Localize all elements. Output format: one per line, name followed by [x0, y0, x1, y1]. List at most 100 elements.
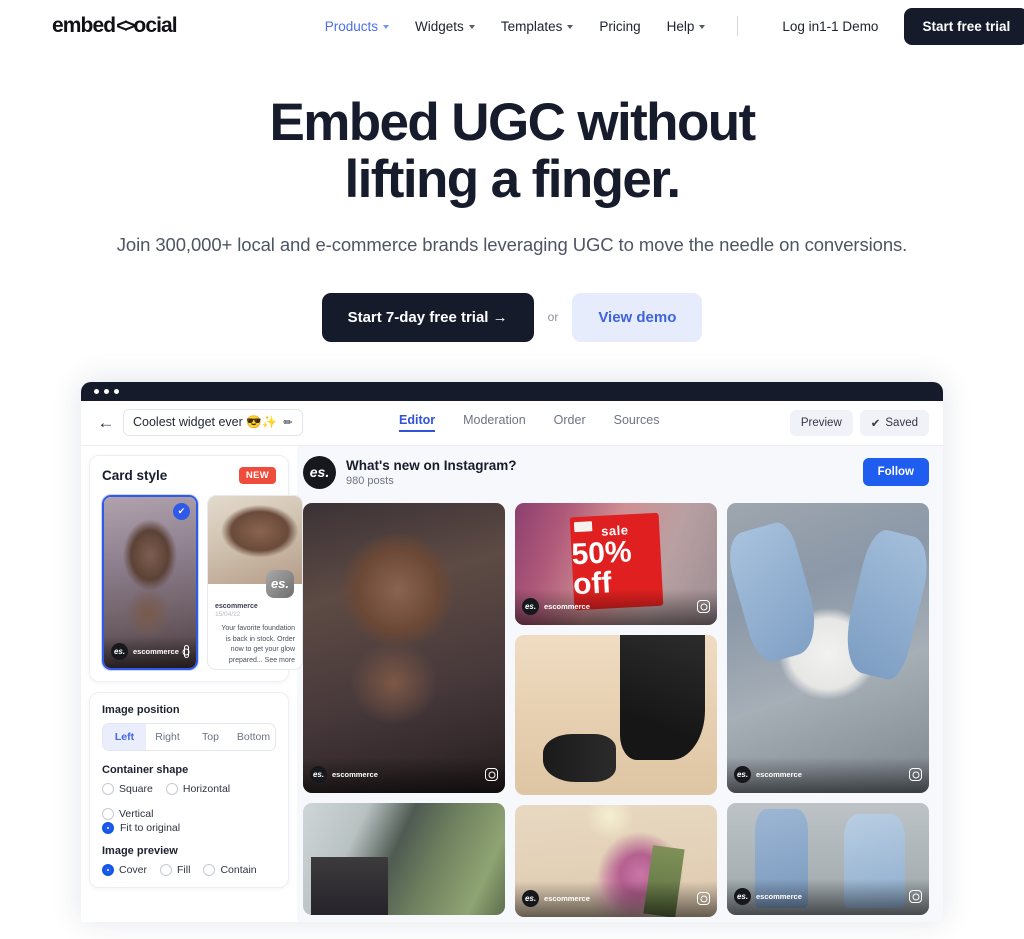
tile-photo	[727, 502, 929, 793]
pencil-icon[interactable]: ✏	[283, 416, 292, 429]
tab-sources[interactable]: Sources	[614, 413, 660, 432]
image-position-segmented-control: Left Right Top Bottom	[102, 722, 276, 751]
window-minimize-icon[interactable]	[104, 388, 109, 394]
feed-grid: es. escommerce sale 50% off es. escommer…	[303, 502, 929, 917]
card-style-title: Card style	[102, 467, 168, 483]
instagram-icon	[909, 890, 922, 904]
feed-tile-flowers[interactable]: es. escommerce	[515, 804, 717, 917]
avatar: es.	[111, 643, 128, 661]
tile-footer: es. escommerce	[515, 880, 717, 917]
container-shape-option-horizontal[interactable]: Horizontal	[165, 782, 231, 795]
view-demo-button[interactable]: View demo	[572, 292, 703, 342]
tile-footer: es. escommerce	[727, 878, 929, 915]
layout-settings-panel: Image position Left Right Top Bottom Con…	[89, 691, 289, 888]
brand-logo[interactable]: embed <> ocial	[52, 14, 178, 38]
container-shape-option-square[interactable]: Square	[102, 782, 153, 795]
feed-tile-denim-jump[interactable]: es. escommerce	[727, 502, 929, 793]
avatar: es.	[303, 455, 336, 489]
avatar: es.	[522, 598, 539, 616]
image-position-option-bottom[interactable]: Bottom	[232, 724, 275, 750]
radio-icon	[165, 782, 178, 795]
nav-label-help: Help	[666, 18, 695, 34]
tile-photo	[303, 502, 505, 793]
tile-handle: escommerce	[544, 894, 590, 904]
card-style-option-caption[interactable]: es. escommerce 15/04/22 Your favorite fo…	[207, 494, 303, 670]
tile-handle: escommerce	[756, 770, 802, 780]
hero-title-line1: Embed UGC without	[269, 93, 756, 152]
nav-item-help[interactable]: Help	[667, 19, 706, 34]
radio-icon-selected	[102, 821, 114, 834]
app-mockup: ← Coolest widget ever 😎✨ ✏ Editor Modera…	[81, 381, 943, 922]
image-position-option-top[interactable]: Top	[189, 724, 232, 750]
widget-name-input[interactable]: Coolest widget ever 😎✨ ✏	[123, 409, 303, 437]
container-shape-group: Square Horizontal Vertical	[102, 782, 276, 820]
nav-divider	[737, 16, 739, 36]
nav-links: Products Widgets Templates Pricing Help …	[325, 16, 819, 36]
nav-item-widgets[interactable]: Widgets	[415, 19, 475, 34]
feed-header-text: What's new on Instagram? 980 posts	[346, 458, 516, 487]
demo-link[interactable]: 1-1 Demo	[819, 19, 878, 34]
tile-footer: es. escommerce	[727, 756, 929, 793]
tab-order[interactable]: Order	[554, 413, 586, 432]
image-preview-option-fill[interactable]: Fill	[160, 863, 191, 876]
radio-icon	[203, 863, 216, 876]
feed-tile-sale-rack[interactable]: sale 50% off es. escommerce	[515, 502, 717, 625]
nav-label-templates: Templates	[500, 18, 563, 34]
card-style-photo: es.	[208, 495, 302, 598]
card-style-header: Card style NEW	[102, 466, 276, 484]
tab-editor[interactable]: Editor	[399, 413, 436, 433]
instagram-icon	[485, 768, 498, 782]
card-style-option-overlay[interactable]: ✔ es. escommerce	[102, 494, 198, 670]
tab-moderation[interactable]: Moderation	[463, 413, 526, 432]
chevron-down-icon	[567, 25, 574, 29]
preview-button[interactable]: Preview	[789, 409, 853, 436]
feed-tile-portrait-makeup[interactable]: es. escommerce	[303, 502, 505, 793]
start-free-trial-button[interactable]: Start free trial	[904, 7, 1024, 45]
nav-item-templates[interactable]: Templates	[501, 19, 574, 34]
editor-body: Card style NEW ✔ es. escommerce es. esco…	[81, 445, 943, 922]
image-preview-label-cover: Cover	[119, 863, 148, 876]
chevron-down-icon	[468, 25, 475, 29]
image-preview-label-fill: Fill	[177, 863, 191, 876]
feed-tile-denim-group[interactable]: es. escommerce	[727, 802, 929, 915]
hero-title-line2: lifting a finger.	[344, 150, 682, 210]
feed-tile-sneakers[interactable]	[515, 634, 717, 795]
back-arrow-icon[interactable]: ←	[95, 413, 117, 433]
tile-photo	[303, 802, 505, 915]
top-navbar: embed <> ocial Products Widgets Templates …	[0, 0, 1024, 52]
container-shape-label-horizontal: Horizontal	[182, 782, 231, 795]
window-maximize-icon[interactable]	[114, 388, 119, 394]
image-preview-option-cover[interactable]: Cover	[102, 863, 148, 876]
card-caption: Your favorite foundation is back in stoc…	[221, 624, 295, 665]
feed-column-2: sale 50% off es. escommerce es. escommer…	[515, 502, 717, 917]
container-shape-option-fit[interactable]: Fit to original	[102, 821, 276, 834]
image-position-option-left[interactable]: Left	[103, 723, 146, 750]
login-link[interactable]: Log in	[782, 19, 819, 34]
toolbar-actions: Preview ✔ Saved	[789, 409, 929, 436]
card-style-options: ✔ es. escommerce es. escommerce 15/04/22…	[102, 494, 303, 670]
feed-header: es. What's new on Instagram? 980 posts F…	[303, 455, 929, 489]
browser-chrome-bar	[81, 381, 943, 401]
feed-post-count: 980 posts	[346, 474, 394, 487]
instagram-icon	[697, 892, 710, 906]
window-close-icon[interactable]	[94, 388, 99, 394]
container-shape-option-vertical[interactable]: Vertical	[102, 807, 153, 820]
nav-item-pricing[interactable]: Pricing	[599, 19, 640, 34]
saved-button[interactable]: ✔ Saved	[859, 409, 929, 436]
follow-button[interactable]: Follow	[862, 458, 929, 487]
image-position-option-right[interactable]: Right	[146, 724, 189, 750]
container-shape-label: Container shape	[102, 763, 189, 776]
hero-section: Embed UGC without lifting a finger. Join…	[0, 52, 1024, 342]
image-position-label: Image position	[102, 703, 180, 716]
radio-icon	[102, 782, 114, 795]
image-preview-option-contain[interactable]: Contain	[203, 863, 257, 876]
radio-icon-selected	[102, 863, 114, 876]
nav-item-products[interactable]: Products	[325, 19, 390, 34]
status-badge: NEW	[238, 466, 276, 484]
feed-tile-store-window[interactable]	[303, 802, 505, 915]
radio-icon	[160, 863, 173, 876]
start-trial-cta-button[interactable]: Start 7-day free trial →	[321, 292, 534, 342]
tile-handle: escommerce	[756, 892, 802, 902]
tile-photo	[515, 634, 717, 795]
avatar: es.	[734, 888, 751, 906]
